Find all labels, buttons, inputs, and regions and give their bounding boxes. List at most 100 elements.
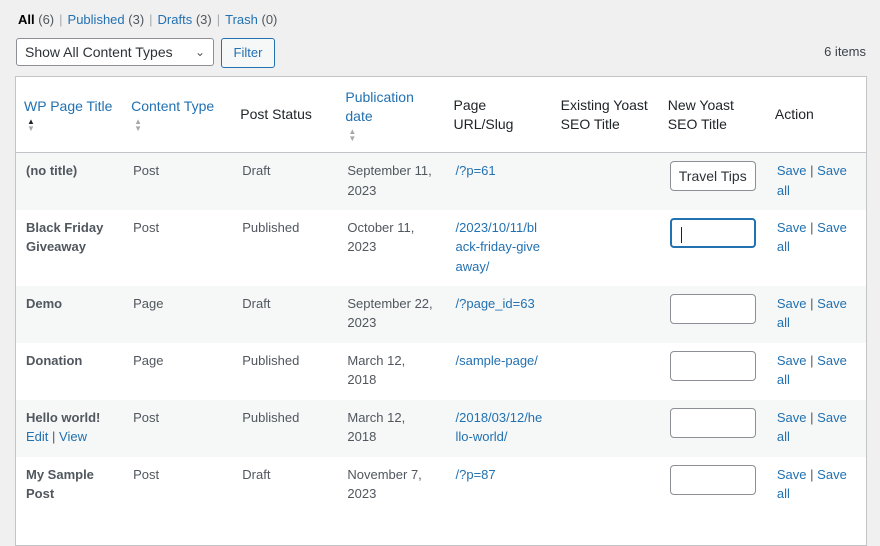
row-actions: Edit | View [26, 429, 87, 444]
cell-url: /sample-page/ [446, 343, 553, 400]
cell-content-type: Post [133, 466, 160, 482]
col-action: Action [766, 77, 866, 153]
cell-existing-seo [553, 457, 660, 533]
cell-url: /?p=61 [445, 152, 553, 210]
text-caret [680, 226, 682, 243]
separator: | [216, 12, 221, 27]
edit-link[interactable]: Edit [26, 429, 48, 444]
save-link[interactable]: Save [777, 353, 807, 368]
save-link[interactable]: Save [777, 467, 807, 482]
table-nav: Show All Content Types ⌄ Filter 6 items [16, 38, 866, 68]
view-all[interactable]: All (6) [18, 12, 54, 27]
chevron-down-icon: ⌄ [194, 45, 205, 59]
cell-date: October 11, 2023 [347, 219, 415, 255]
cell-title: My Sample Post [26, 466, 94, 502]
cell-status: Draft [242, 466, 271, 482]
cell-existing-seo [553, 343, 660, 400]
new-seo-title-input[interactable]: Travel Tips [669, 161, 756, 191]
cell-url: /?page_id=63 [445, 285, 553, 343]
filter-button[interactable]: Filter [221, 38, 275, 68]
cell-status: Published [242, 219, 300, 235]
save-link[interactable]: Save [777, 220, 807, 235]
cell-new-seo: Travel Tips [659, 152, 767, 210]
page-url-link[interactable]: /?p=61 [456, 163, 496, 178]
cell-existing-seo [552, 152, 660, 210]
col-date[interactable]: Publication date ▲ ▼ [337, 77, 446, 153]
view-drafts[interactable]: Drafts [158, 12, 193, 27]
content-type-select[interactable]: Show All Content Types ⌄ [16, 38, 214, 66]
cell-title: Hello world! Edit | View [16, 399, 124, 457]
cell-action: Save | Save all [776, 352, 847, 388]
table-row: Donation Page Published March 12, 2018/samp… [16, 343, 866, 400]
cell-title: Black Friday Giveaway [26, 219, 104, 255]
cell-content-type: Post [123, 399, 233, 457]
col-title[interactable]: WP Page Title ▲ ▼ [16, 77, 124, 153]
col-existing-seo: Existing Yoast SEO Title [552, 77, 660, 153]
cell-status: Draft [232, 285, 338, 343]
table-header: WP Page Title ▲ ▼ Content Type ▲ ▼ Post St… [16, 77, 866, 153]
view-trash[interactable]: Trash [225, 12, 258, 27]
cell-date: September 22, 2023 [337, 285, 446, 343]
cell-status: Published [242, 352, 300, 368]
cell-existing-seo [552, 399, 660, 457]
col-new-seo: New Yoast SEO Title [659, 77, 767, 153]
cell-date: September 11, 2023 [337, 152, 446, 210]
items-count: 6 items [824, 44, 866, 59]
cell-title: Donation [26, 352, 83, 368]
cell-action: Save | Save all [776, 466, 847, 502]
cell-new-seo [660, 457, 767, 533]
page-url-link[interactable]: /?page_id=63 [456, 296, 535, 311]
cell-title: (no title) [16, 152, 124, 210]
cell-content-type: Page [123, 285, 233, 343]
cell-content-type: Post [133, 219, 160, 235]
cell-action: Save | Save all [766, 152, 866, 210]
col-url: Page URL/Slug [445, 77, 553, 153]
cell-existing-seo [553, 210, 660, 286]
sort-icon[interactable]: ▲ ▼ [27, 118, 115, 133]
cell-status: Draft [232, 152, 338, 210]
page-url-link[interactable]: /2018/03/12/hello-world/ [456, 410, 543, 445]
view-link[interactable]: View [59, 429, 87, 444]
cell-action: Save | Save all [776, 219, 847, 255]
cell-date: March 12, 2018 [337, 399, 446, 457]
new-seo-title-input[interactable] [669, 350, 756, 381]
cell-new-seo [660, 343, 767, 400]
new-seo-title-input[interactable] [669, 293, 756, 324]
sort-icon[interactable]: ▲ ▼ [134, 118, 224, 133]
cell-action: Save | Save all [766, 285, 866, 343]
cell-date: March 12, 2018 [347, 352, 406, 388]
table-row: Demo Page Draft September 22, 2023 /?page_id… [16, 285, 866, 343]
cell-content-type: Page [133, 352, 164, 368]
save-link[interactable]: Save [777, 410, 807, 425]
new-seo-title-input[interactable] [669, 407, 756, 438]
cell-date: November 7, 2023 [347, 466, 422, 502]
cell-new-seo [660, 210, 767, 286]
cell-action: Save | Save all [766, 399, 866, 457]
separator: | [149, 12, 153, 27]
view-filters: All (6) | Published (3) | Drafts (3) | Trash (… [18, 12, 278, 27]
sort-icon[interactable]: ▲ ▼ [348, 127, 437, 142]
cell-url: /2018/03/12/hello-world/ [445, 399, 553, 457]
cell-existing-seo [552, 285, 660, 343]
cell-content-type: Post [123, 152, 233, 210]
col-content-type[interactable]: Content Type ▲ ▼ [123, 77, 233, 153]
separator: | [59, 12, 63, 27]
table-row: My Sample Post Post Draft November 7, 2023 /… [16, 457, 866, 533]
cell-status: Published [232, 399, 338, 457]
cell-url: /?p=87 [446, 457, 553, 533]
seo-titles-table: WP Page Title ▲ ▼ Content Type ▲ ▼ Post St… [15, 76, 867, 546]
table-row: Black Friday Giveaway Post Published Octobe… [16, 210, 866, 286]
cell-url: /2023/10/11/black-friday-giveaway/ [446, 210, 553, 286]
page-url-link[interactable]: /2023/10/11/black-friday-giveaway/ [456, 220, 541, 274]
cell-new-seo [659, 285, 767, 343]
new-seo-title-input[interactable] [669, 464, 756, 495]
page-url-link[interactable]: /?p=87 [456, 467, 496, 482]
table-row: Hello world! Edit | View Post Published Marc… [16, 399, 866, 457]
save-link[interactable]: Save [777, 296, 807, 311]
cell-new-seo [659, 399, 767, 457]
cell-title: Demo [16, 285, 124, 343]
view-published[interactable]: Published [68, 12, 125, 27]
save-link[interactable]: Save [777, 163, 807, 178]
page-url-link[interactable]: /sample-page/ [456, 353, 538, 368]
new-seo-title-input[interactable] [669, 217, 756, 248]
